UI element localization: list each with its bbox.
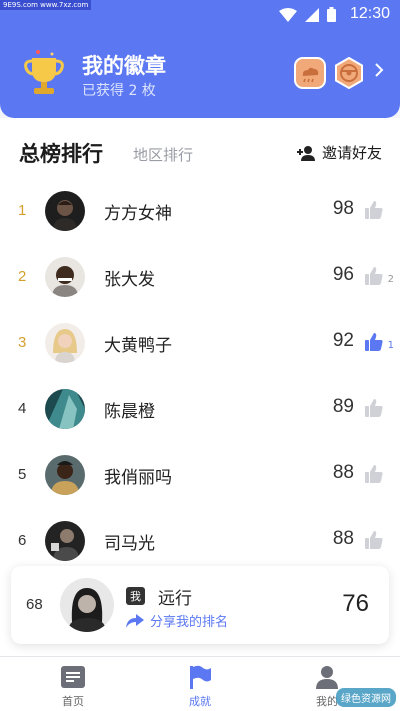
player-score: 89 bbox=[332, 396, 354, 417]
leaderboard-row[interactable]: 6 司马光 88 bbox=[0, 508, 400, 574]
player-score: 88 bbox=[332, 528, 354, 549]
player-score: 96 bbox=[332, 264, 354, 285]
player-name: 张大发 bbox=[104, 270, 155, 290]
watermark-text: 9E9S.com www.7xz.com bbox=[0, 0, 92, 10]
avatar[interactable] bbox=[45, 521, 85, 561]
share-ranking-button[interactable]: 分享我的排名 bbox=[126, 611, 228, 630]
player-name: 大黄鸭子 bbox=[104, 336, 172, 356]
nav-achievements[interactable]: 成就 bbox=[160, 665, 240, 709]
nav-home[interactable]: 首页 bbox=[33, 665, 113, 709]
rank-number: 3 bbox=[18, 334, 27, 351]
rank-number: 4 bbox=[18, 400, 27, 417]
rank-number: 1 bbox=[18, 202, 27, 219]
status-time: 12:30 bbox=[349, 5, 390, 22]
rank-number: 6 bbox=[18, 532, 27, 549]
battery-icon bbox=[327, 7, 336, 22]
my-score: 76 bbox=[342, 590, 369, 617]
add-friend-icon bbox=[296, 145, 315, 161]
thumbs-up-icon[interactable] bbox=[364, 200, 384, 220]
bottom-nav: 首页 成就 我的 绿色资源网 bbox=[0, 656, 400, 711]
avatar[interactable] bbox=[45, 323, 85, 363]
flag-icon bbox=[190, 665, 211, 689]
thumbs-up-icon[interactable] bbox=[364, 464, 384, 484]
invite-friends-button[interactable]: 邀请好友 bbox=[296, 142, 382, 163]
home-list-icon bbox=[61, 666, 85, 688]
avatar[interactable] bbox=[45, 191, 85, 231]
avatar[interactable] bbox=[45, 257, 85, 297]
leaderboard-row[interactable]: 1 方方女神 98 bbox=[0, 178, 400, 244]
thumbs-up-icon-active[interactable] bbox=[364, 332, 384, 352]
tab-region-ranking[interactable]: 地区排行 bbox=[133, 144, 193, 165]
ranking-tabs: 总榜排行 地区排行 邀请好友 bbox=[0, 136, 400, 170]
chevron-right-icon bbox=[375, 63, 384, 77]
cloud-badge-icon bbox=[294, 57, 326, 89]
leaderboard-row[interactable]: 4 陈晨橙 89 bbox=[0, 376, 400, 442]
leaderboard-row[interactable]: 2 张大发 96 2 bbox=[0, 244, 400, 310]
thumbs-up-icon[interactable] bbox=[364, 266, 384, 286]
watermark-logo: 绿色资源网 bbox=[336, 688, 396, 707]
badge-header: 12:30 我的徽章 已获得 2 枚 bbox=[0, 0, 400, 118]
player-score: 98 bbox=[332, 198, 354, 219]
rank-number: 5 bbox=[18, 466, 27, 483]
my-badges-entry[interactable]: 我的徽章 已获得 2 枚 bbox=[0, 38, 400, 108]
nav-achievements-label: 成就 bbox=[189, 695, 211, 708]
thumbs-up-icon[interactable] bbox=[364, 530, 384, 550]
leaderboard-row[interactable]: 3 大黄鸭子 92 1 bbox=[0, 310, 400, 376]
steering-badge-icon bbox=[335, 57, 363, 89]
player-name: 方方女神 bbox=[104, 204, 172, 224]
my-avatar[interactable] bbox=[60, 578, 114, 632]
avatar[interactable] bbox=[45, 389, 85, 429]
user-icon bbox=[316, 666, 338, 689]
player-name: 我俏丽吗 bbox=[104, 468, 172, 488]
share-label: 分享我的排名 bbox=[150, 615, 229, 630]
my-ranking-card: 68 我 远行 分享我的排名 76 bbox=[11, 566, 389, 644]
wifi-icon bbox=[279, 7, 297, 22]
player-score: 88 bbox=[332, 462, 354, 483]
thumbs-up-icon[interactable] bbox=[364, 398, 384, 418]
status-icons bbox=[279, 7, 336, 22]
like-count: 2 bbox=[387, 274, 394, 285]
nav-home-label: 首页 bbox=[62, 695, 84, 708]
leaderboard-row[interactable]: 5 我俏丽吗 88 bbox=[0, 442, 400, 508]
player-name: 司马光 bbox=[104, 534, 155, 554]
share-arrow-icon bbox=[126, 613, 144, 628]
badge-title: 我的徽章 bbox=[82, 54, 166, 78]
badge-count: 已获得 2 枚 bbox=[82, 83, 156, 99]
like-count: 1 bbox=[387, 340, 394, 351]
invite-label: 邀请好友 bbox=[321, 144, 382, 162]
signal-icon bbox=[305, 7, 319, 22]
trophy-icon bbox=[24, 50, 64, 94]
my-rank-number: 68 bbox=[26, 596, 43, 613]
me-tag: 我 bbox=[126, 587, 145, 605]
tab-overall-ranking[interactable]: 总榜排行 bbox=[19, 138, 103, 168]
avatar[interactable] bbox=[45, 455, 85, 495]
my-name: 远行 bbox=[158, 589, 192, 609]
player-score: 92 bbox=[332, 330, 354, 351]
player-name: 陈晨橙 bbox=[104, 402, 155, 422]
rank-number: 2 bbox=[18, 268, 27, 285]
